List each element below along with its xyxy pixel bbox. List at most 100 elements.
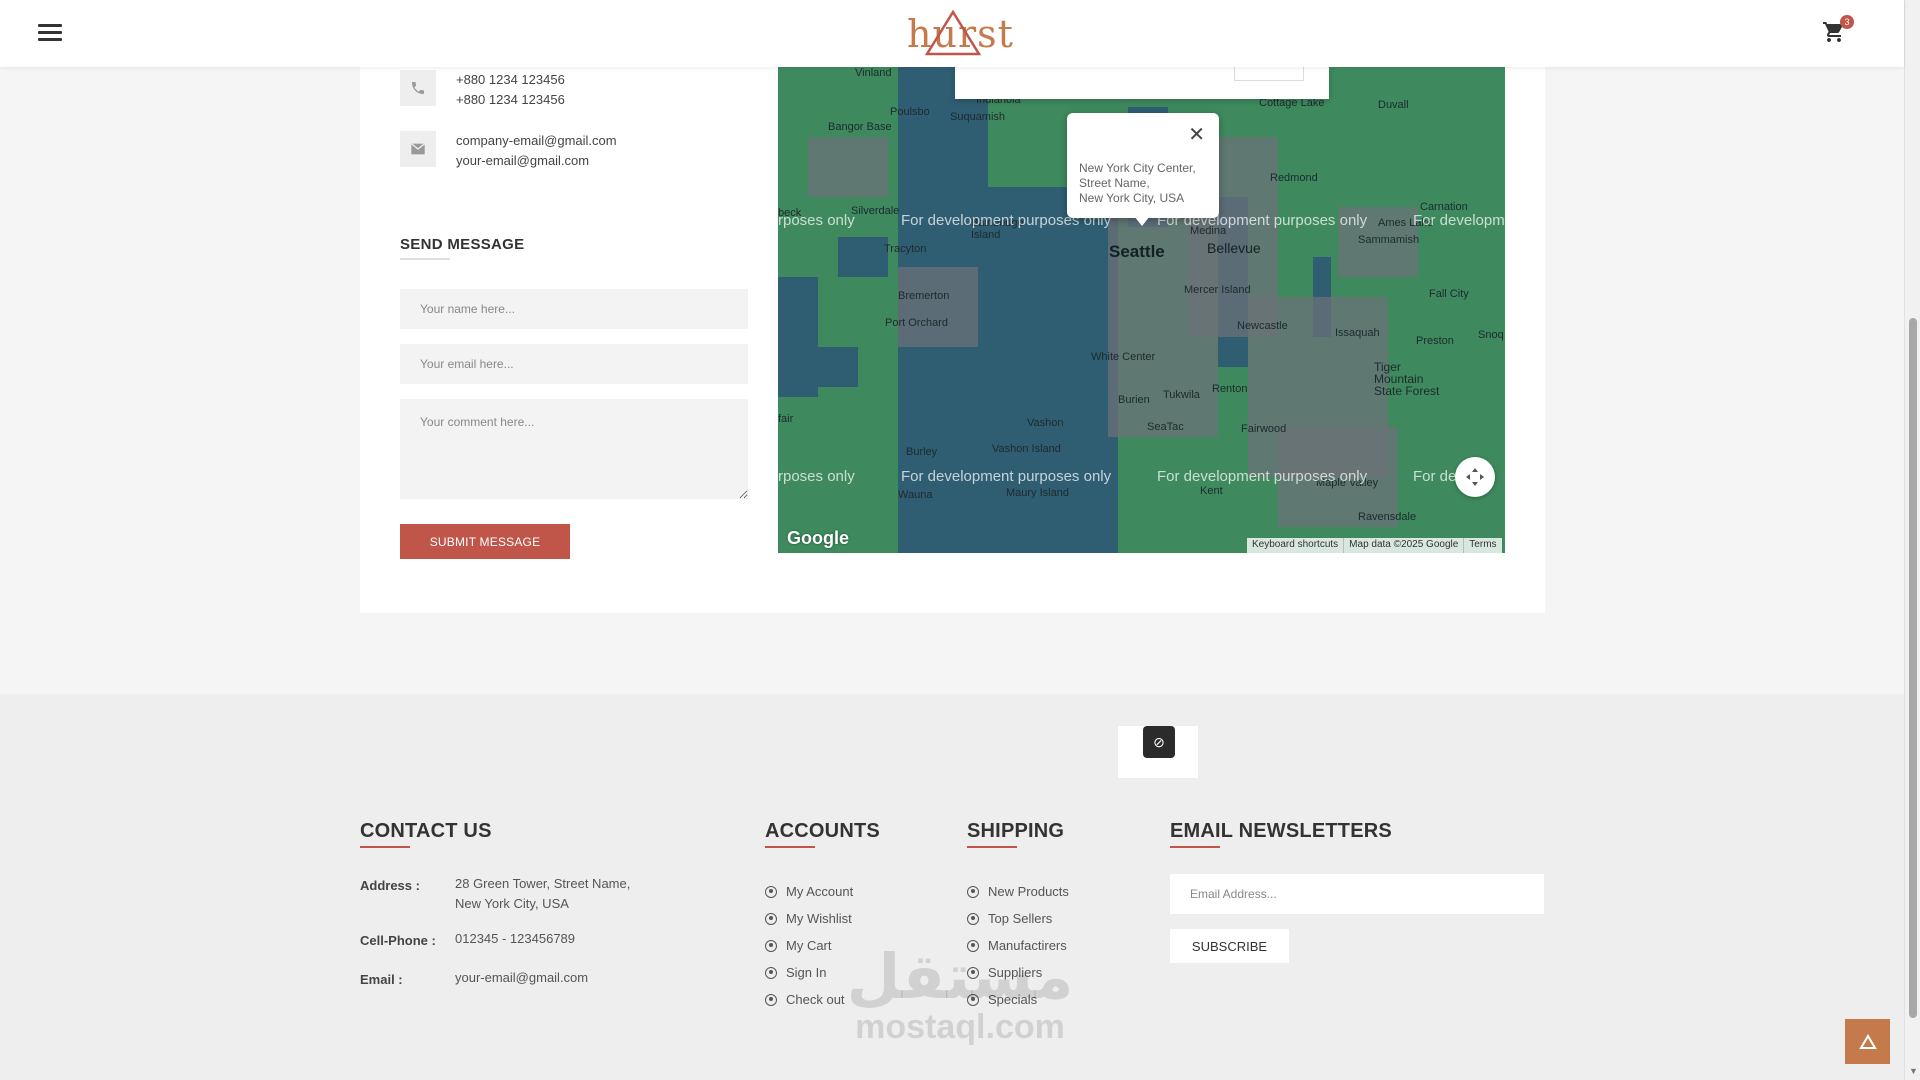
loading-placeholder: ⊘ <box>1118 726 1198 778</box>
footer-shipping-title: SHIPPING <box>967 820 1065 842</box>
bullet-icon <box>967 912 979 925</box>
map-place: White Center <box>1091 351 1156 363</box>
map-place: Vinland <box>855 67 892 79</box>
map-dev-watermark: For development purposes only <box>901 468 1112 485</box>
title-underline <box>967 846 1017 848</box>
map-place: Snoq <box>1478 329 1504 341</box>
map-place: Vashon Island <box>992 443 1061 455</box>
title-underline <box>360 846 410 848</box>
map-place: fair <box>778 413 794 425</box>
footer-contact-title: CONTACT US <box>360 820 492 842</box>
email-line-2[interactable]: your-email@gmail.com <box>456 151 617 171</box>
google-logo: Google <box>787 528 849 548</box>
map-dev-watermark: rposes only <box>778 468 855 485</box>
map-place: Tiger Mountain State Forest <box>1374 360 1440 398</box>
mostaql-watermark: مستقل mostaql.com <box>840 940 1080 1046</box>
map-place: Ravensdale <box>1358 511 1417 523</box>
bullet-icon <box>765 993 777 1006</box>
map-dev-watermark: rposes only <box>778 212 855 229</box>
scroll-down-arrow-icon[interactable]: ▼ <box>1909 1066 1918 1076</box>
map-place: Poulsbo <box>890 106 930 118</box>
map-place: Vashon <box>1027 417 1064 429</box>
cell-phone-label: Cell-Phone : <box>360 933 436 948</box>
subscribe-button[interactable]: SUBSCRIBE <box>1170 929 1289 963</box>
map-place: Kent <box>1200 485 1223 497</box>
close-icon[interactable]: ✕ <box>1188 125 1205 145</box>
bullet-icon <box>765 966 777 979</box>
watermark-arabic: مستقل <box>846 940 1074 1013</box>
map-place: Newcastle <box>1237 320 1288 332</box>
footer-accounts-title: ACCOUNTS <box>765 820 880 842</box>
map-place-bellevue: Bellevue <box>1207 240 1261 256</box>
map-place: Tracyton <box>884 243 927 255</box>
bullet-icon <box>765 885 777 898</box>
scrollbar-thumb[interactable] <box>1909 318 1917 1018</box>
map-data-text: Map data ©2025 Google <box>1343 538 1463 553</box>
phone-line-1: +880 1234 123456 <box>456 72 565 87</box>
title-underline <box>400 258 450 260</box>
map-place: Tukwila <box>1163 389 1200 401</box>
info-address-line: Street Name, <box>1079 176 1150 190</box>
terms-link[interactable]: Terms <box>1463 538 1501 553</box>
map-place: Fairwood <box>1241 423 1287 435</box>
page-scrollbar[interactable]: ▼ <box>1904 0 1920 1080</box>
info-address-line: New York City Center, <box>1079 161 1196 175</box>
title-underline <box>1170 846 1220 848</box>
triangle-up-icon <box>1858 1033 1877 1049</box>
map-place: Preston <box>1416 335 1454 347</box>
map-place: Burley <box>906 446 938 458</box>
map-place: Burien <box>1118 394 1150 406</box>
map-place: Silverdale <box>851 205 900 217</box>
list-item-new-products[interactable]: New Products <box>967 878 1069 905</box>
map-place: Issaquah <box>1335 327 1380 339</box>
map-place: Sammamish <box>1358 234 1420 246</box>
bullet-icon <box>765 939 777 952</box>
email-info: company-email@gmail.com your-email@gmail… <box>400 131 617 171</box>
map-dev-watermark: For de <box>1413 468 1457 485</box>
back-to-top-button[interactable] <box>1845 1019 1890 1064</box>
site-header: hurst 3 <box>0 0 1904 67</box>
footer-newsletter-title: EMAIL NEWSLETTERS <box>1170 820 1392 842</box>
newsletter-email-input[interactable] <box>1170 874 1544 914</box>
address-value: 28 Green Tower, Street Name, New York Ci… <box>455 874 630 914</box>
map-dev-watermark: For developm <box>1413 212 1505 229</box>
hamburger-menu-icon[interactable] <box>38 24 62 44</box>
name-input[interactable] <box>400 289 748 329</box>
map-place: Fall City <box>1429 288 1469 300</box>
map-place: Mercer Island <box>1184 284 1251 296</box>
logo-triangle-icon <box>925 10 981 56</box>
fullscreen-toggle-icon[interactable] <box>1455 457 1495 497</box>
phone-icon <box>400 70 436 106</box>
map-info-window: ✕ New York City Center, Street Name, New… <box>1067 113 1219 218</box>
phone-info: +880 1234 123456 +880 1234 123456 <box>400 70 565 110</box>
map-dialog-button[interactable] <box>1234 67 1304 81</box>
keyboard-shortcuts-link[interactable]: Keyboard shortcuts <box>1247 538 1343 553</box>
map-place: Port Orchard <box>885 317 948 329</box>
map-place: Duvall <box>1378 99 1409 111</box>
email-label: Email : <box>360 972 403 987</box>
map-dev-watermark: For development purposes only <box>1157 468 1368 485</box>
email-input[interactable] <box>400 344 748 384</box>
email-icon <box>400 131 436 167</box>
submit-message-button[interactable]: SUBMIT MESSAGE <box>400 524 570 559</box>
list-item-my-account[interactable]: My Account <box>765 878 853 905</box>
send-message-title: SEND MESSAGE <box>400 236 525 253</box>
list-item-my-wishlist[interactable]: My Wishlist <box>765 905 853 932</box>
map-place: Bangor Base <box>828 121 892 133</box>
phone-line-2: +880 1234 123456 <box>456 92 565 107</box>
title-underline <box>765 846 815 848</box>
address-label: Address : <box>360 878 420 893</box>
watermark-latin: mostaql.com <box>855 1008 1065 1046</box>
blocked-icon: ⊘ <box>1143 726 1175 758</box>
email-line-1[interactable]: company-email@gmail.com <box>456 131 617 151</box>
map-place: Wauna <box>898 489 933 501</box>
cell-phone-value: 012345 - 123456789 <box>455 931 576 946</box>
map-place: Redmond <box>1270 172 1318 184</box>
site-logo[interactable]: hurst <box>905 8 1013 58</box>
map-place: Bremerton <box>898 290 950 302</box>
email-value[interactable]: your-email@gmail.com <box>455 968 588 988</box>
bullet-icon <box>765 912 777 925</box>
list-item-top-sellers[interactable]: Top Sellers <box>967 905 1069 932</box>
comment-textarea[interactable] <box>400 399 748 499</box>
address-line: New York City, USA <box>455 896 569 911</box>
